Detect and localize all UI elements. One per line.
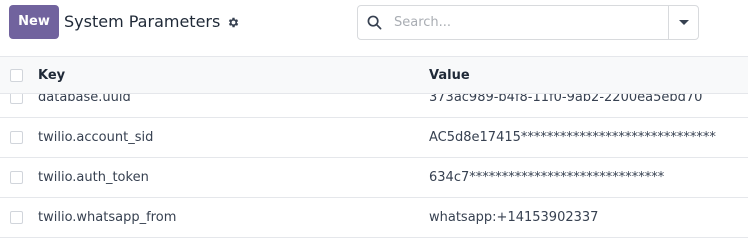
list-body: database.uuid 373ac989-b4f8-11f0-9ab2-22… (0, 78, 748, 238)
cell-value: AC5d8e17415*****************************… (429, 130, 716, 145)
gear-icon[interactable] (226, 15, 240, 29)
search-options-toggle[interactable] (668, 6, 698, 39)
table-row[interactable]: twilio.auth_token 634c7*****************… (0, 158, 748, 198)
column-header-value[interactable]: Value (429, 57, 470, 94)
cell-key: twilio.account_sid (38, 130, 154, 145)
cell-value: whatsapp:+14153902337 (429, 210, 599, 225)
control-panel: New System Parameters (0, 0, 748, 56)
select-all-checkbox[interactable] (10, 69, 23, 82)
search-bar (357, 5, 699, 40)
new-button[interactable]: New (9, 5, 59, 39)
search-icon[interactable] (358, 6, 390, 39)
column-header-key[interactable]: Key (38, 57, 65, 94)
breadcrumb: System Parameters (64, 10, 240, 34)
cell-key: twilio.whatsapp_from (38, 210, 177, 225)
parameters-list: database.uuid 373ac989-b4f8-11f0-9ab2-22… (0, 56, 748, 246)
row-checkbox[interactable] (10, 131, 23, 144)
cell-value: 634c7****************************** (429, 170, 665, 185)
search-input[interactable] (390, 6, 668, 39)
row-checkbox[interactable] (10, 211, 23, 224)
table-row[interactable]: twilio.whatsapp_from whatsapp:+141539023… (0, 198, 748, 238)
page-title: System Parameters (64, 12, 221, 31)
table-row[interactable]: twilio.account_sid AC5d8e17415**********… (0, 118, 748, 158)
chevron-down-icon (678, 20, 689, 25)
row-checkbox[interactable] (10, 171, 23, 184)
list-header: Key Value (0, 56, 748, 94)
cell-key: twilio.auth_token (38, 170, 149, 185)
